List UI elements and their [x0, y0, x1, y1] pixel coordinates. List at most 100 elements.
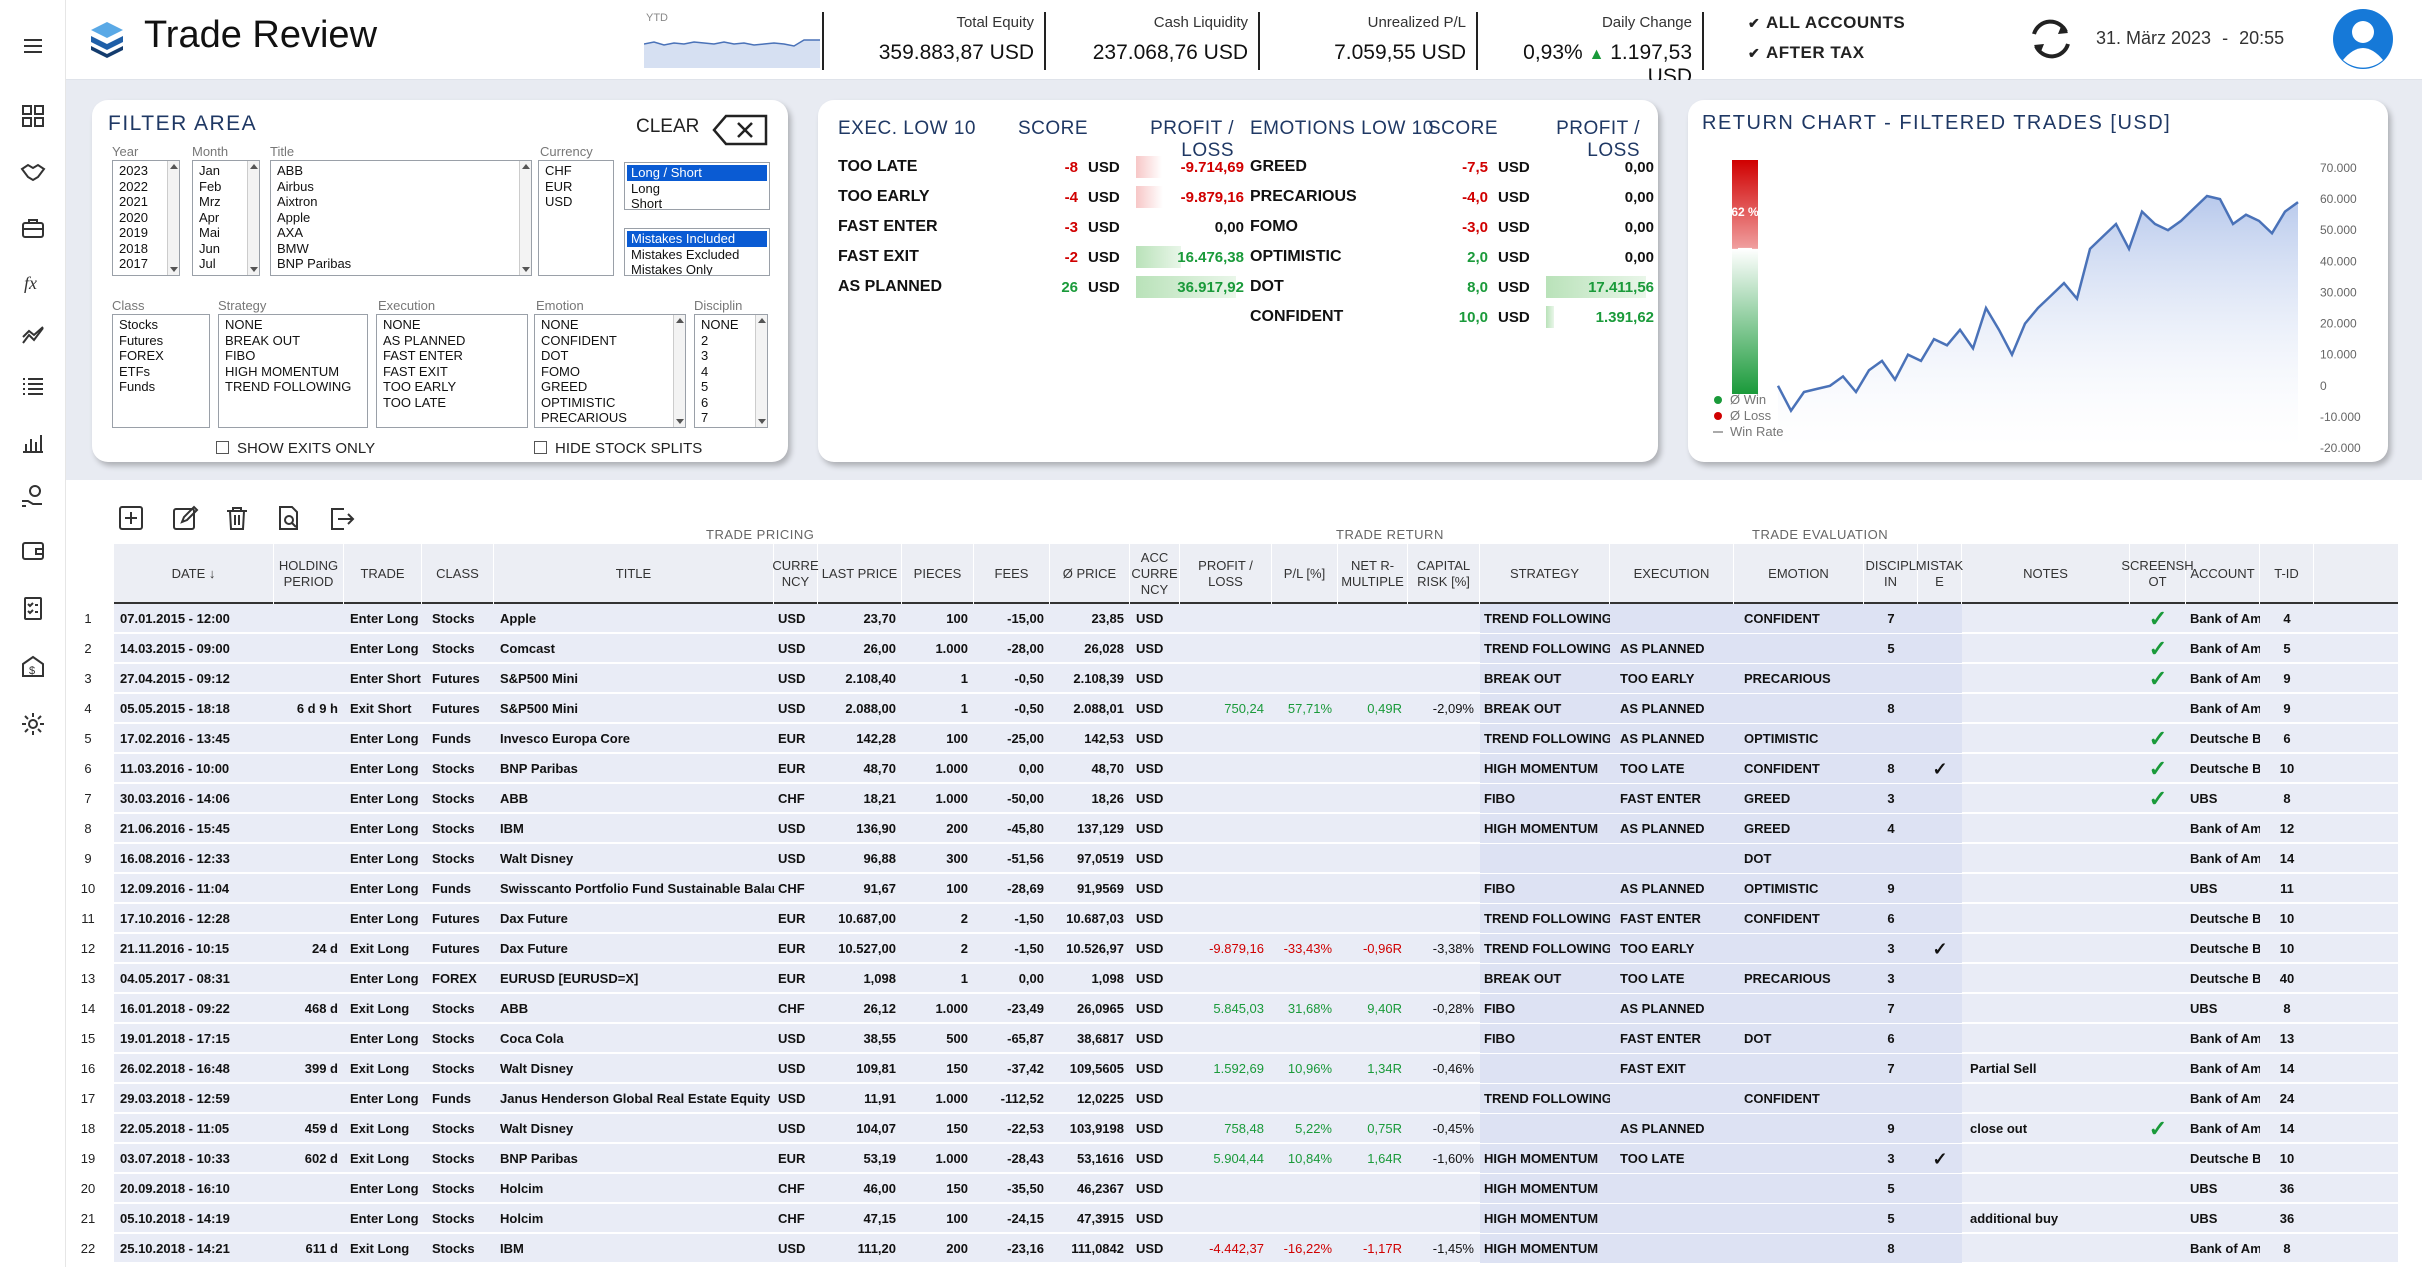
cell-notes[interactable] [1962, 604, 2130, 634]
cell-shot[interactable] [2130, 844, 2186, 874]
cell-notes[interactable] [1962, 814, 2130, 844]
discipline-listbox[interactable]: NONE 2 3 4 5 6 7 [694, 314, 768, 428]
scrollbar[interactable] [673, 315, 685, 427]
delete-icon[interactable] [222, 503, 254, 535]
screenshot-check-icon[interactable]: ✓ [2130, 754, 2186, 784]
cell-notes[interactable] [1962, 1234, 2130, 1264]
table-row[interactable]: 17 29.03.2018 - 12:59 Enter Long Funds Janus… [66, 1084, 2422, 1114]
cell-shot[interactable] [2130, 904, 2186, 934]
toggle-all-accounts[interactable]: ✔ ALL ACCOUNTS [1748, 13, 1905, 33]
portfolio-icon[interactable] [15, 210, 51, 246]
tax-icon[interactable]: $ [15, 648, 51, 684]
refresh-icon[interactable] [2026, 16, 2076, 62]
scrollbar[interactable] [247, 161, 259, 275]
checkbox-box[interactable] [534, 441, 547, 454]
column-header-cur[interactable]: CURRE NCY [772, 544, 819, 604]
cell-shot[interactable] [2130, 1054, 2186, 1084]
cell-notes[interactable] [1962, 964, 2130, 994]
table-row[interactable]: 4 05.05.2015 - 18:18 6 d 9 h Exit Short Futu… [66, 694, 2422, 724]
emotion-listbox[interactable]: NONE CONFIDENT DOT FOMO GREED OPTIMISTIC PRECA… [534, 314, 686, 428]
table-row[interactable]: 8 21.06.2016 - 15:45 Enter Long Stocks IBM US… [66, 814, 2422, 844]
cell-notes[interactable] [1962, 784, 2130, 814]
table-row[interactable]: 21 05.10.2018 - 14:19 Enter Long Stocks Holc… [66, 1204, 2422, 1234]
month-listbox[interactable]: Jan Feb Mrz Apr Mai Jun Jul [192, 160, 260, 276]
scrollbar[interactable] [167, 161, 179, 275]
cell-shot[interactable] [2130, 1024, 2186, 1054]
cell-shot[interactable] [2130, 694, 2186, 724]
table-row[interactable]: 9 16.08.2016 - 12:33 Enter Long Stocks Walt … [66, 844, 2422, 874]
table-row[interactable]: 13 04.05.2017 - 08:31 Enter Long FOREX EURUS… [66, 964, 2422, 994]
cell-shot[interactable] [2130, 1084, 2186, 1114]
table-row[interactable]: 22 25.10.2018 - 14:21 611 d Exit Long Stocks… [66, 1234, 2422, 1264]
screenshot-check-icon[interactable]: ✓ [2130, 724, 2186, 754]
mistakes-listbox[interactable]: Mistakes Included Mistakes Excluded Mistak… [624, 228, 770, 276]
table-row[interactable]: 20 20.09.2018 - 16:10 Enter Long Stocks Holc… [66, 1174, 2422, 1204]
cell-shot[interactable] [2130, 934, 2186, 964]
cell-shot[interactable] [2130, 1234, 2186, 1264]
table-row[interactable]: 19 03.07.2018 - 10:33 602 d Exit Long Stocks… [66, 1144, 2422, 1174]
table-row[interactable]: 15 19.01.2018 - 17:15 Enter Long Stocks Coca… [66, 1024, 2422, 1054]
cell-notes[interactable] [1962, 754, 2130, 784]
screenshot-check-icon[interactable]: ✓ [2130, 634, 2186, 664]
table-row[interactable]: 3 27.04.2015 - 09:12 Enter Short Futures S&P… [66, 664, 2422, 694]
cell-shot[interactable] [2130, 1204, 2186, 1234]
clear-filter-icon[interactable] [712, 114, 770, 146]
column-header-last[interactable]: LAST PRICE [818, 544, 902, 604]
direction-listbox[interactable]: Long / Short Long Short [624, 162, 770, 210]
table-row[interactable]: 1 07.01.2015 - 12:00 Enter Long Stocks Apple… [66, 604, 2422, 634]
scrollbar[interactable] [519, 161, 531, 275]
show-exits-checkbox[interactable]: SHOW EXITS ONLY [216, 440, 375, 457]
cell-notes[interactable] [1962, 934, 2130, 964]
column-header-notes[interactable]: NOTES [1962, 544, 2130, 604]
cell-notes[interactable] [1962, 844, 2130, 874]
column-header-pcs[interactable]: PIECES [902, 544, 974, 604]
column-header-pl[interactable]: PROFIT / LOSS [1180, 544, 1272, 604]
money-hand-icon[interactable] [15, 478, 51, 514]
table-row[interactable]: 16 26.02.2018 - 16:48 399 d Exit Long Stocks… [66, 1054, 2422, 1084]
column-header-r[interactable]: NET R-MULTIPLE [1338, 544, 1408, 604]
column-header-risk[interactable]: CAPITAL RISK [%] [1408, 544, 1480, 604]
toggle-after-tax[interactable]: ✔ AFTER TAX [1748, 43, 1865, 63]
list-icon[interactable] [15, 368, 51, 404]
column-header-shot[interactable]: SCREENSH OT [2121, 544, 2194, 604]
class-listbox[interactable]: Stocks Futures FOREX ETFs Funds [112, 314, 210, 428]
column-header-title[interactable]: TITLE [494, 544, 774, 604]
clear-label[interactable]: CLEAR [636, 116, 699, 138]
cell-notes[interactable] [1962, 874, 2130, 904]
cell-shot[interactable] [2130, 874, 2186, 904]
column-header-plp[interactable]: P/L [%] [1272, 544, 1338, 604]
add-icon[interactable] [116, 503, 148, 535]
cell-notes[interactable] [1962, 1144, 2130, 1174]
column-header-class[interactable]: CLASS [422, 544, 494, 604]
column-header-avg[interactable]: Ø PRICE [1050, 544, 1130, 604]
table-row[interactable]: 18 22.05.2018 - 11:05 459 d Exit Long Stocks… [66, 1114, 2422, 1144]
table-row[interactable]: 6 11.03.2016 - 10:00 Enter Long Stocks BNP P… [66, 754, 2422, 784]
column-header-tid[interactable]: T-ID [2260, 544, 2314, 604]
cell-notes[interactable] [1962, 904, 2130, 934]
checkbox-box[interactable] [216, 441, 229, 454]
column-header-exec[interactable]: EXECUTION [1610, 544, 1734, 604]
cell-notes[interactable]: Partial Sell [1962, 1054, 2130, 1084]
table-row[interactable]: 12 21.11.2016 - 10:15 24 d Exit Long Futures… [66, 934, 2422, 964]
screenshot-check-icon[interactable]: ✓ [2130, 1114, 2186, 1144]
screenshot-check-icon[interactable]: ✓ [2130, 784, 2186, 814]
hide-splits-checkbox[interactable]: HIDE STOCK SPLITS [534, 440, 702, 457]
column-header-fees[interactable]: FEES [974, 544, 1050, 604]
trade-review-icon[interactable] [15, 318, 51, 354]
table-row[interactable]: 7 30.03.2016 - 14:06 Enter Long Stocks ABB CH… [66, 784, 2422, 814]
cell-notes[interactable] [1962, 724, 2130, 754]
bar-chart-icon[interactable] [15, 424, 51, 460]
table-row[interactable]: 10 12.09.2016 - 11:04 Enter Long Funds Swiss… [66, 874, 2422, 904]
cell-shot[interactable] [2130, 1174, 2186, 1204]
menu-icon[interactable] [15, 28, 51, 64]
handshake-icon[interactable] [15, 154, 51, 190]
gear-icon[interactable] [15, 706, 51, 742]
strategy-listbox[interactable]: NONE BREAK OUT FIBO HIGH MOMENTUM TREND FOLL… [218, 314, 368, 428]
table-row[interactable]: 5 17.02.2016 - 13:45 Enter Long Funds Invesc… [66, 724, 2422, 754]
scrollbar[interactable] [755, 315, 767, 427]
cell-notes[interactable] [1962, 694, 2130, 724]
column-header-acc[interactable]: ACC CURRE NCY [1130, 544, 1180, 604]
execution-listbox[interactable]: NONE AS PLANNED FAST ENTER FAST EXIT TOO EAR… [376, 314, 528, 428]
column-header-emo[interactable]: EMOTION [1734, 544, 1864, 604]
avatar[interactable] [2332, 8, 2394, 70]
